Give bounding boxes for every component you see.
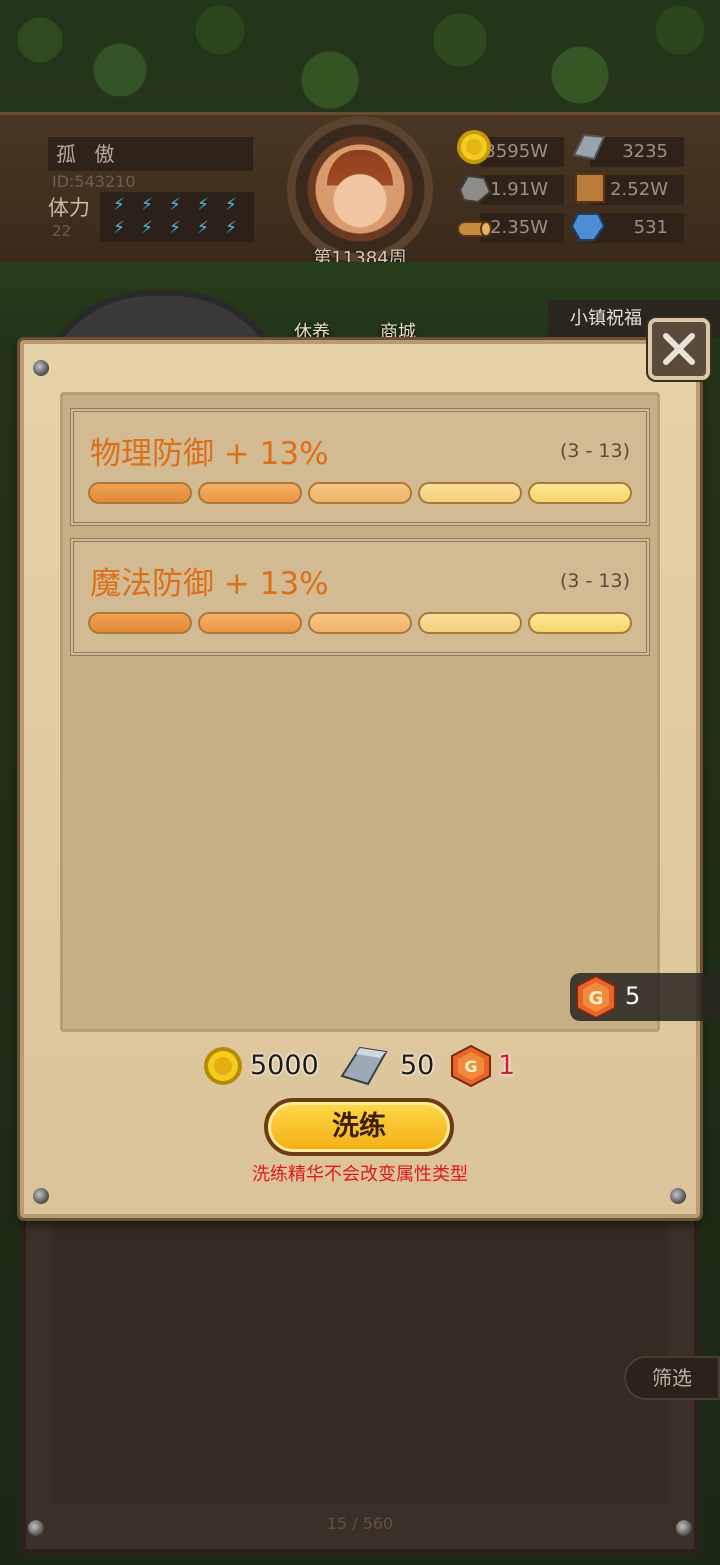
close-icon	[663, 333, 695, 365]
rivet-icon	[670, 1188, 686, 1204]
stat-bar-segment	[88, 612, 192, 634]
rivet-icon	[33, 360, 49, 376]
stat-bar-segment	[308, 612, 412, 634]
gold-coin-icon	[457, 130, 491, 164]
lightning-icon: ⚡	[113, 218, 125, 238]
stat-bar-segment	[418, 482, 522, 504]
essence-gem-icon: G	[451, 1044, 491, 1088]
avatar-portrait	[327, 150, 393, 228]
stat-bar-segment	[308, 482, 412, 504]
gold-amount: 3595W	[480, 137, 564, 167]
stamina-bar[interactable]: ⚡ ⚡ ⚡ ⚡ ⚡ ⚡ ⚡ ⚡ ⚡ ⚡	[100, 192, 254, 242]
stone-amount: 1.91W	[480, 175, 564, 205]
svg-text:G: G	[464, 1057, 477, 1076]
wood-log-icon	[457, 221, 492, 237]
wood-amount: 2.35W	[480, 213, 564, 243]
svg-text:G: G	[589, 988, 604, 1009]
essence-gem-icon: G	[576, 974, 616, 1020]
essence-cost: 1	[498, 1050, 516, 1081]
stat-name: 物理防御 + 13%	[90, 436, 329, 472]
stat-bar-segment	[418, 612, 522, 634]
refine-note: 洗练精华不会改变属性类型	[252, 1164, 468, 1185]
leather-icon	[575, 173, 605, 203]
stone-icon	[458, 174, 492, 204]
close-button[interactable]	[648, 318, 710, 380]
lightning-icon: ⚡	[197, 195, 209, 215]
stat-bar-segment	[528, 482, 632, 504]
lightning-icon: ⚡	[225, 195, 237, 215]
rivet-icon	[33, 1188, 49, 1204]
iron-ingot-icon	[340, 1046, 388, 1086]
crystal-icon	[570, 213, 606, 241]
stat-bar-segment	[198, 482, 302, 504]
lightning-icon: ⚡	[169, 195, 181, 215]
iron-ingot-icon	[572, 133, 606, 161]
stamina-label: 体力	[48, 196, 90, 220]
player-name[interactable]: 孤 傲	[48, 137, 253, 171]
iron-cost: 50	[400, 1050, 435, 1081]
inventory-grid	[52, 1220, 668, 1505]
lightning-icon: ⚡	[225, 218, 237, 238]
stat-bar-segment	[198, 612, 302, 634]
rivet-icon	[28, 1520, 44, 1536]
lightning-icon: ⚡	[169, 218, 181, 238]
stat-bar-segment	[88, 482, 192, 504]
gold-coin-icon	[204, 1047, 242, 1085]
stamina-value: 22	[52, 222, 72, 240]
lightning-icon: ⚡	[141, 195, 153, 215]
player-id: ID:543210	[52, 172, 136, 191]
stat-bar-segment	[528, 612, 632, 634]
stat-name: 魔法防御 + 13%	[90, 566, 329, 602]
lightning-icon: ⚡	[113, 195, 125, 215]
gold-cost: 5000	[250, 1050, 319, 1081]
essence-count: 5	[625, 982, 641, 1010]
rivet-icon	[676, 1520, 692, 1536]
filter-button[interactable]: 筛选	[624, 1356, 720, 1400]
stat-range: (3 - 13)	[559, 570, 630, 592]
stat-range: (3 - 13)	[559, 440, 630, 462]
refine-button[interactable]: 洗练	[264, 1098, 454, 1156]
page-count: 15 / 560	[326, 1514, 394, 1533]
lightning-icon: ⚡	[197, 218, 209, 238]
lightning-icon: ⚡	[141, 218, 153, 238]
